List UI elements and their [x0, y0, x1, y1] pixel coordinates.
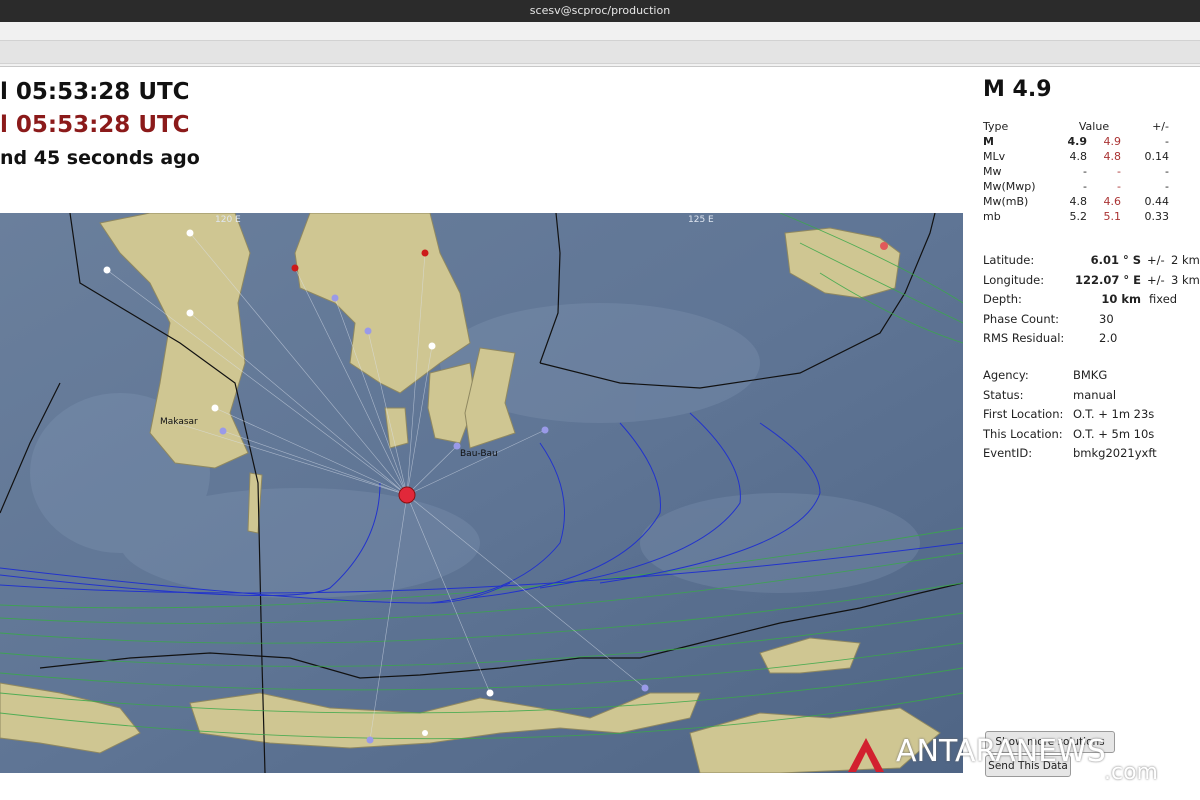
toolbar [0, 22, 1200, 67]
longitude-value: 122.07 ° E [1075, 273, 1141, 287]
mag-error: - [1165, 165, 1169, 178]
depth-value: 10 km [1101, 292, 1141, 306]
watermark-brand: ANTARANEWS [896, 734, 1106, 769]
magnitude-row: Mw(mB) 4.8 4.6 0.44 [983, 194, 1169, 209]
grid-label-125e: 125 E [688, 215, 714, 225]
magnitude-row: Mw(Mwp) - - - [983, 179, 1169, 194]
antaranews-logo-icon [848, 738, 884, 772]
this-location-value: O.T. + 5m 10s [1073, 427, 1155, 441]
mag-value-alt: 5.1 [1103, 210, 1122, 223]
mag-value: - [1083, 165, 1087, 178]
antaranews-watermark: ANTARANEWS .com [838, 728, 1178, 790]
window-title: scesv@scproc/production [529, 4, 671, 17]
event-id-value: bmkg2021yxft [1073, 446, 1157, 460]
first-location-value: O.T. + 1m 23s [1073, 407, 1155, 421]
mag-value-alt: 4.8 [1103, 150, 1122, 163]
mag-type: MLv [983, 150, 1006, 163]
event-summary-panel: l 05:53:28 UTC l 05:53:28 UTC nd 45 seco… [0, 67, 1200, 800]
mag-value: 5.2 [1069, 210, 1088, 223]
agency-value: BMKG [1073, 368, 1108, 382]
mag-error: 0.44 [1144, 195, 1170, 208]
depth-label: Depth: [983, 292, 1022, 306]
mag-value-alt: - [1117, 180, 1121, 193]
rms-label: RMS Residual: [983, 331, 1065, 345]
mag-error: 0.33 [1144, 210, 1170, 223]
longitude-error: 3 km [1171, 273, 1200, 287]
magnitude-row: Mw - - - [983, 164, 1169, 179]
rms-value: 2.0 [1099, 331, 1118, 345]
mag-type: Mw [983, 165, 1002, 178]
mag-type: Mw(mB) [983, 195, 1029, 208]
event-map[interactable]: 120 E 125 E Makasar Bau-Bau [0, 213, 963, 773]
elapsed-time: nd 45 seconds ago [0, 147, 200, 169]
place-label-baubau: Bau-Bau [460, 449, 498, 459]
mag-error: 0.14 [1144, 150, 1170, 163]
magnitude-table: Type Value +/- M 4.9 4.9 - MLv 4.8 4.8 0… [983, 119, 1169, 224]
agency-label: Agency: [983, 368, 1029, 382]
phase-count-value: 30 [1099, 312, 1114, 326]
mag-error: - [1165, 180, 1169, 193]
longitude-label: Longitude: [983, 273, 1045, 287]
mag-error: - [1165, 135, 1169, 148]
tab-strip [0, 40, 1200, 64]
header-pm: +/- [1152, 120, 1169, 133]
origin-time-utc: l 05:53:28 UTC [0, 112, 190, 138]
mag-value-alt: 4.9 [1103, 135, 1122, 148]
latitude-pm: +/- [1147, 253, 1165, 267]
epicenter-marker[interactable] [398, 486, 416, 504]
status-value: manual [1073, 388, 1117, 402]
origin-time-local: l 05:53:28 UTC [0, 79, 190, 105]
place-label-makasar: Makasar [160, 417, 198, 427]
map-canvas [0, 213, 963, 773]
first-location-label: First Location: [983, 407, 1064, 421]
magnitude-row: MLv 4.8 4.8 0.14 [983, 149, 1169, 164]
latitude-error: 2 km [1171, 253, 1200, 267]
watermark-suffix: .com [1104, 760, 1158, 785]
this-location-label: This Location: [983, 427, 1063, 441]
header-type: Type [983, 120, 1009, 133]
mag-type: M [983, 135, 994, 148]
status-label: Status: [983, 388, 1024, 402]
mag-type: mb [983, 210, 1001, 223]
mag-value-alt: 4.6 [1103, 195, 1122, 208]
window-title-bar: scesv@scproc/production [0, 0, 1200, 22]
mag-value: 4.8 [1069, 195, 1088, 208]
mag-type: Mw(Mwp) [983, 180, 1036, 193]
event-info-panel: M 4.9 Type Value +/- M 4.9 4.9 - MLv 4.8… [983, 67, 1200, 800]
mag-value: 4.8 [1069, 150, 1088, 163]
magnitude-headline: M 4.9 [983, 77, 1052, 102]
latitude-label: Latitude: [983, 253, 1035, 267]
latitude-value: 6.01 ° S [1090, 253, 1141, 267]
depth-note: fixed [1149, 292, 1178, 306]
mag-value: 4.9 [1067, 135, 1088, 148]
header-value: Value [1078, 120, 1110, 133]
grid-label-120e: 120 E [215, 215, 241, 225]
mag-value-alt: - [1117, 165, 1121, 178]
mag-value: - [1083, 180, 1087, 193]
magnitude-row: M 4.9 4.9 - [983, 134, 1169, 149]
phase-count-label: Phase Count: [983, 312, 1060, 326]
event-id-label: EventID: [983, 446, 1033, 460]
longitude-pm: +/- [1147, 273, 1165, 287]
magnitude-table-header: Type Value +/- [983, 119, 1169, 134]
magnitude-row: mb 5.2 5.1 0.33 [983, 209, 1169, 224]
